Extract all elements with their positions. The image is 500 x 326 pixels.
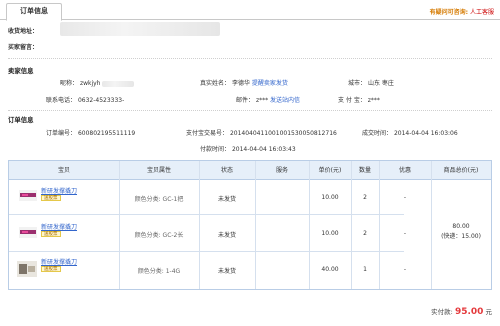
quantity: 2 <box>363 194 367 201</box>
col-header-total: 商品总价(元) <box>431 161 491 180</box>
email-value: z*** <box>255 97 269 104</box>
help-text: 有疑问可咨询: 人工客服 <box>430 7 494 16</box>
customer-service-link[interactable]: 人工客服 <box>470 9 494 16</box>
items-subtotal: 80.00 <box>452 223 470 230</box>
product-attr: 颜色分类: 1-4G <box>137 268 181 275</box>
nickname-value: zwkjyh <box>79 80 101 87</box>
col-divider <box>255 161 256 289</box>
col-header-item: 宝贝 <box>9 161 119 180</box>
city-value: 山东 枣庄 <box>367 80 394 87</box>
unit-price: 10.00 <box>321 230 339 237</box>
status: 未发货 <box>217 196 236 203</box>
alipay-value: z*** <box>367 97 380 104</box>
order-no-value: 600802195511119 <box>77 130 136 137</box>
discount: - <box>403 230 407 237</box>
product-link[interactable]: 新研发撑撬刀 <box>41 186 77 195</box>
created-time: 成交时间： 2014-04-04 16:03:06 <box>362 128 458 137</box>
product-link[interactable]: 新研发撑撬刀 <box>41 257 77 266</box>
paid-total: 实付款: 95.00 元 <box>431 306 492 317</box>
phone-value: 0632-4523333- <box>77 97 125 104</box>
city-label: 城市： <box>348 80 367 87</box>
shipping-fee: (快递：15.00) <box>441 233 481 240</box>
status: 未发货 <box>217 232 236 239</box>
col-header-service: 服务 <box>255 161 309 180</box>
product-thumbnail[interactable] <box>19 227 37 238</box>
realname-label: 真实姓名： <box>200 80 231 87</box>
address-blurred <box>60 22 220 36</box>
paid-amount: 95.00 <box>454 307 484 317</box>
discount: - <box>403 194 407 201</box>
row-divider <box>9 214 404 215</box>
discount: - <box>403 266 407 273</box>
created-label: 成交时间： <box>362 130 393 137</box>
seller-city: 城市： 山东 枣庄 <box>348 78 394 87</box>
send-message-link[interactable]: 发送站内信 <box>270 97 300 104</box>
order-no-label: 订单编号： <box>46 130 77 137</box>
product-attr: 颜色分类: GC-1把 <box>134 196 184 203</box>
seller-nickname: 昵称： zwkjyh <box>60 78 135 87</box>
paid-value: 2014-04-04 16:03:43 <box>231 146 296 153</box>
product-thumbnail[interactable] <box>17 261 37 277</box>
col-header-attr: 宝贝属性 <box>119 161 199 180</box>
quantity: 1 <box>363 266 367 273</box>
nickname-label: 昵称： <box>60 80 79 87</box>
unit-price: 40.00 <box>321 266 339 273</box>
order-section-title: 订单信息 <box>8 116 34 124</box>
created-value: 2014-04-04 16:03:06 <box>393 130 458 137</box>
divider <box>8 58 492 59</box>
col-header-price: 单价(元) <box>309 161 351 180</box>
trade-no-label: 支付宝交易号： <box>186 130 229 137</box>
tab-bar: 订单信息 有疑问可咨询: 人工客服 <box>0 0 500 21</box>
nickname-blur <box>102 80 135 87</box>
order-number: 订单编号： 600802195511119 <box>46 128 135 137</box>
paid-time: 付款时间： 2014-04-04 16:03:43 <box>200 144 296 153</box>
remind-seller-link[interactable]: 提醒卖家发货 <box>252 80 288 87</box>
status: 未发货 <box>217 268 236 275</box>
order-items-table: 宝贝 宝贝属性 状态 服务 单价(元) 数量 优惠 商品总价(元) 新研发撑撬刀… <box>8 160 492 290</box>
divider <box>8 110 492 111</box>
seller-email: 邮件： z*** 发送站内信 <box>236 95 300 104</box>
paid-label: 实付款: <box>431 308 453 316</box>
alipay-trade-number: 支付宝交易号： 2014040411001001530050812716 <box>186 128 337 137</box>
address-label: 收货地址： <box>8 28 39 35</box>
message-label: 买家留言： <box>8 44 39 51</box>
unit-price: 10.00 <box>321 194 339 201</box>
seller-realname: 真实姓名： 李德华 提醒卖家发货 <box>200 78 288 87</box>
col-header-discount: 优惠 <box>379 161 431 180</box>
paid-label: 付款时间： <box>200 146 231 153</box>
seller-section-title: 卖家信息 <box>8 67 34 75</box>
trade-no-value: 2014040411001001530050812716 <box>229 130 337 137</box>
col-header-status: 状态 <box>199 161 255 180</box>
seller-alipay: 支 付 宝： z*** <box>338 95 380 104</box>
promo-badge: 送股票 <box>41 195 61 201</box>
tab-order-info[interactable]: 订单信息 <box>6 3 62 21</box>
col-header-qty: 数量 <box>351 161 379 180</box>
alipay-label: 支 付 宝： <box>338 97 366 104</box>
product-thumbnail[interactable] <box>19 190 37 201</box>
help-question: 有疑问可咨询: <box>429 9 469 16</box>
seller-phone: 联系电话： 0632-4523333- <box>46 95 124 104</box>
promo-badge: 送股票 <box>41 266 61 272</box>
product-link[interactable]: 新研发撑撬刀 <box>41 222 77 231</box>
row-divider <box>9 251 404 252</box>
quantity: 2 <box>363 230 367 237</box>
product-attr: 颜色分类: GC-2长 <box>134 232 184 239</box>
email-label: 邮件： <box>236 97 255 104</box>
currency-unit: 元 <box>485 308 493 316</box>
realname-value: 李德华 <box>231 80 250 87</box>
promo-badge: 送股票 <box>41 231 61 237</box>
phone-label: 联系电话： <box>46 97 77 104</box>
